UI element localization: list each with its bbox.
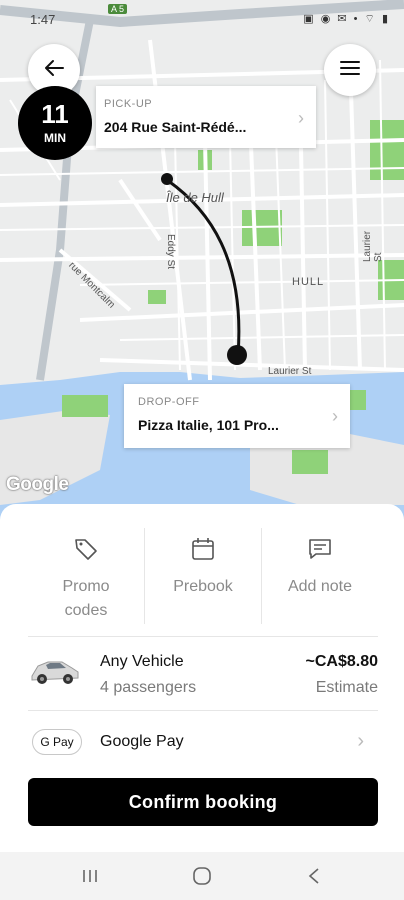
system-nav-bar [0,852,404,900]
map-view[interactable]: Île de Hull HULL Eddy St Laurier St Laur… [0,0,404,520]
status-bar: 1:47 ▣ ◉ ✉ • ⌔ ▮ [0,0,404,40]
vehicle-capacity: 4 passengers [100,679,197,696]
home-icon[interactable] [190,864,214,893]
add-note-button[interactable]: Add note [262,528,378,624]
eta-bubble: 11 MIN [18,86,92,160]
add-note-label: Add note [287,578,353,595]
chat-icon [307,536,333,567]
car-icon [28,650,82,695]
prebook-button[interactable]: Prebook [145,528,262,624]
prebook-label: Prebook [173,578,233,595]
tag-icon [73,536,99,567]
status-time: 1:47 [30,12,56,27]
options-row: Promo codes Prebook Add note [28,528,378,624]
booking-sheet: Promo codes Prebook Add note Any Vehicle [0,504,404,852]
pickup-address: 204 Rue Saint-Rédé... [104,119,247,135]
google-pay-icon: G Pay [32,729,82,755]
dropoff-address: Pizza Italie, 101 Pro... [138,417,279,433]
promo-codes-button[interactable]: Promo codes [28,528,145,624]
google-logo: Google [6,474,69,495]
map-label-eddy-st: Eddy St [165,234,176,270]
payment-label: Google Pay [100,733,184,750]
confirm-booking-button[interactable]: Confirm booking [28,778,378,826]
vehicle-row[interactable]: Any Vehicle 4 passengers ~CA$8.80 Estima… [28,646,378,710]
menu-button[interactable] [324,44,376,96]
pickup-label: PICK-UP [104,98,153,110]
chevron-right-icon: › [298,108,304,128]
divider [28,636,378,637]
map-label-ile-de-hull: Île de Hull [166,190,224,205]
price-estimate-label: Estimate [315,679,378,696]
pickup-card[interactable]: PICK-UP 204 Rue Saint-Rédé... › [96,86,316,148]
vehicle-name: Any Vehicle [100,653,184,670]
eta-value: 11 [41,99,69,129]
arrow-left-icon [43,57,65,84]
calendar-icon [190,536,216,567]
map-label-laurier-st-vertical: Laurier St [362,230,384,262]
status-icons: ▣ ◉ ✉ • ⌔ ▮ [303,13,390,25]
payment-row[interactable]: G Pay Google Pay › [28,722,378,762]
chevron-right-icon: › [357,730,364,752]
promo-codes-label: Promo codes [62,578,110,619]
eta-unit: MIN [44,131,66,145]
system-back-icon[interactable] [304,864,324,893]
dropoff-label: DROP-OFF [138,396,200,408]
map-label-laurier-st: Laurier St [268,366,312,377]
divider [28,710,378,711]
map-label-hull: HULL [292,276,325,288]
hamburger-menu-icon [339,59,361,82]
dropoff-card[interactable]: DROP-OFF Pizza Italie, 101 Pro... › [124,384,350,448]
recent-apps-icon[interactable] [80,864,100,893]
vehicle-price: ~CA$8.80 [305,653,379,670]
chevron-right-icon: › [332,406,338,426]
